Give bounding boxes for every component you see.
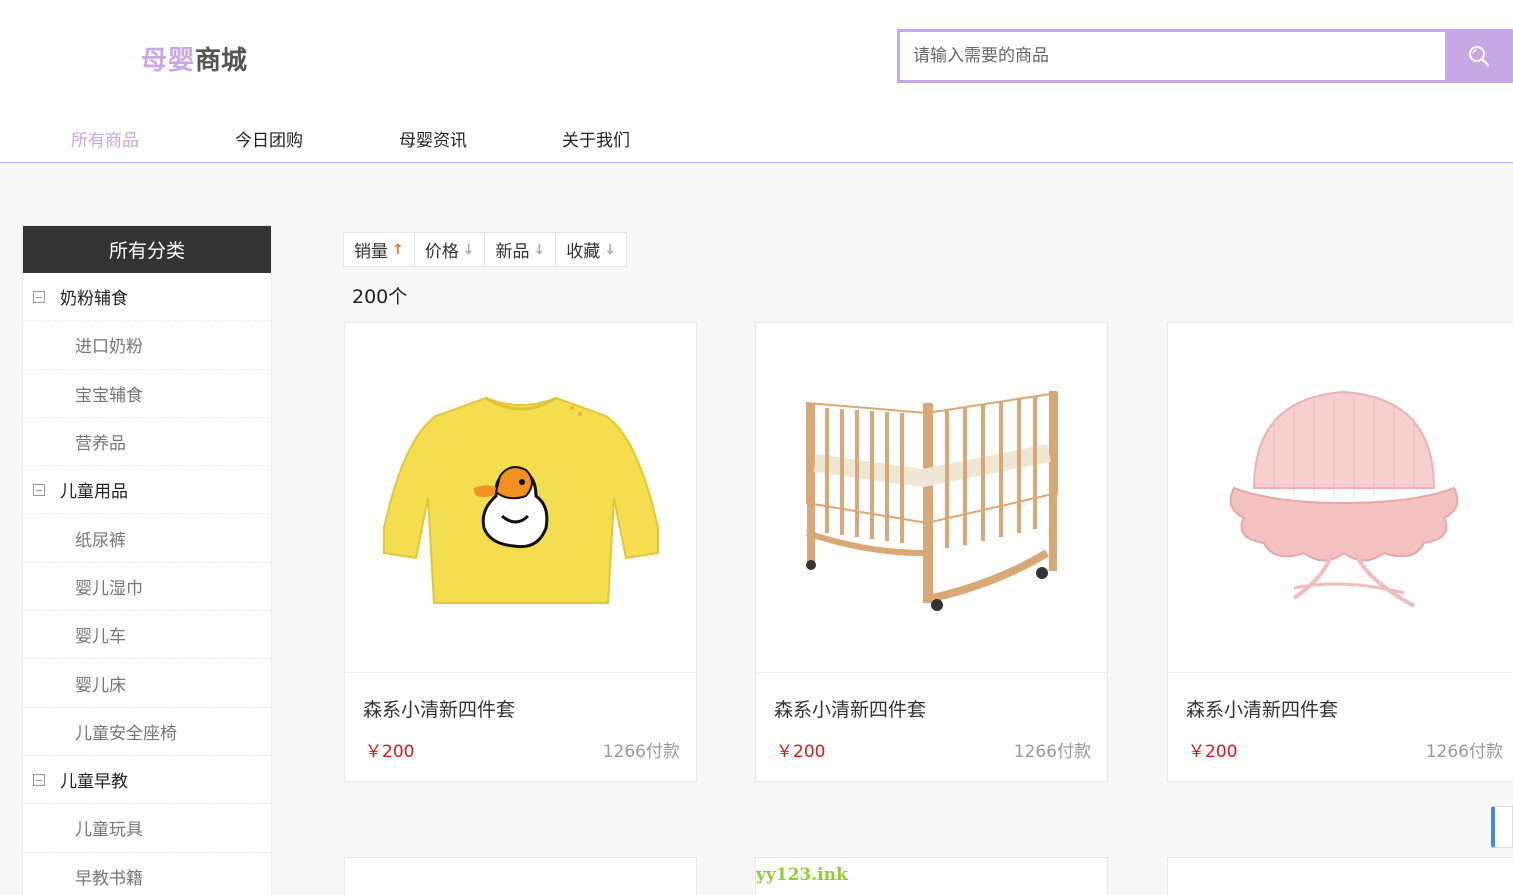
product-image-wooden-crib[interactable] [756, 323, 1107, 673]
subcategory-imported-milk[interactable]: 进口奶粉 [23, 321, 271, 370]
category-early-education[interactable]: 儿童早教 [23, 756, 271, 805]
sort-label: 价格 [424, 242, 459, 262]
result-count: 200个 [352, 286, 408, 308]
search-input[interactable] [897, 29, 1447, 83]
subcategory-crib[interactable]: 婴儿床 [23, 659, 271, 708]
logo-part-mother-baby: 母婴 [141, 45, 196, 76]
subcategory-nutrition[interactable]: 营养品 [23, 418, 271, 467]
subcategory-baby-food[interactable]: 宝宝辅食 [23, 370, 271, 418]
sort-by-price[interactable]: 价格 ↓ [415, 233, 486, 266]
nav-baby-news[interactable]: 母婴资讯 [399, 126, 467, 151]
category-label: 儿童用品 [60, 482, 128, 503]
subcategory-books[interactable]: 早教书籍 [23, 853, 271, 895]
category-kids-goods[interactable]: 儿童用品 [23, 466, 271, 515]
sort-by-sales[interactable]: 销量 ↑ [344, 233, 415, 266]
sort-label: 销量 [354, 242, 388, 262]
category-label: 儿童早教 [60, 772, 128, 793]
search-bar [897, 29, 1513, 83]
nav-group-buy[interactable]: 今日团购 [235, 126, 303, 151]
arrow-down-icon: ↓ [533, 241, 546, 258]
arrow-up-icon: ↑ [392, 241, 404, 258]
product-card[interactable]: 森系小清新四件套 ￥200 1266付款 [1167, 322, 1513, 782]
product-price: ￥200 [1188, 742, 1238, 762]
product-card[interactable] [1167, 857, 1513, 895]
product-card[interactable]: 森系小清新四件套 ￥200 1266付款 [344, 322, 697, 782]
collapse-icon[interactable] [33, 290, 45, 303]
floating-side-tab[interactable] [1491, 806, 1513, 848]
arrow-down-icon: ↓ [462, 241, 475, 258]
product-sales: 1266付款 [1013, 742, 1091, 762]
search-button[interactable] [1445, 29, 1513, 83]
search-icon [1469, 46, 1490, 67]
subcategory-car-seat[interactable]: 儿童安全座椅 [23, 708, 271, 756]
product-price: ￥200 [776, 742, 826, 762]
watermark: yy123.ink [756, 865, 848, 885]
product-price: ￥200 [365, 742, 415, 762]
sidebar-title: 所有分类 [23, 226, 271, 273]
product-image-pink-knit-hat[interactable] [1168, 323, 1513, 673]
site-header: 母婴商城 所有商品 今日团购 母婴资讯 关于我们 [0, 0, 1513, 163]
product-sales: 1266付款 [602, 742, 680, 762]
subcategory-diapers[interactable]: 纸尿裤 [23, 514, 271, 563]
category-sidebar: 所有分类 奶粉辅食 进口奶粉 宝宝辅食 营养品 儿童用品 纸尿裤 婴儿湿巾 婴儿… [22, 225, 272, 895]
nav-all-products[interactable]: 所有商品 [71, 126, 139, 151]
product-name[interactable]: 森系小清新四件套 [1186, 695, 1338, 722]
main-nav: 所有商品 今日团购 母婴资讯 关于我们 [0, 118, 800, 158]
subcategory-toys[interactable]: 儿童玩具 [23, 804, 271, 853]
product-name[interactable]: 森系小清新四件套 [363, 695, 515, 722]
sort-by-favorites[interactable]: 收藏 ↓ [556, 233, 626, 266]
collapse-icon[interactable] [33, 483, 45, 496]
product-name[interactable]: 森系小清新四件套 [774, 695, 926, 722]
sort-bar: 销量 ↑ 价格 ↓ 新品 ↓ 收藏 ↓ [343, 232, 627, 267]
arrow-down-icon: ↓ [604, 241, 616, 258]
product-image-yellow-duck-shirt[interactable] [345, 323, 696, 673]
sort-label: 新品 [495, 242, 530, 262]
category-milk-food[interactable]: 奶粉辅食 [23, 273, 271, 322]
collapse-icon[interactable] [33, 773, 45, 786]
sort-by-new[interactable]: 新品 ↓ [485, 233, 557, 266]
nav-about-us[interactable]: 关于我们 [562, 126, 630, 151]
subcategory-stroller[interactable]: 婴儿车 [23, 611, 271, 660]
category-label: 奶粉辅食 [60, 289, 128, 310]
logo-part-mall: 商城 [195, 45, 248, 76]
product-card[interactable] [344, 857, 697, 895]
product-sales: 1266付款 [1425, 742, 1503, 762]
product-card[interactable]: 森系小清新四件套 ￥200 1266付款 [755, 322, 1108, 782]
site-logo[interactable]: 母婴 商城 [141, 40, 247, 76]
sort-label: 收藏 [566, 242, 601, 262]
subcategory-baby-wipes[interactable]: 婴儿湿巾 [23, 563, 271, 612]
